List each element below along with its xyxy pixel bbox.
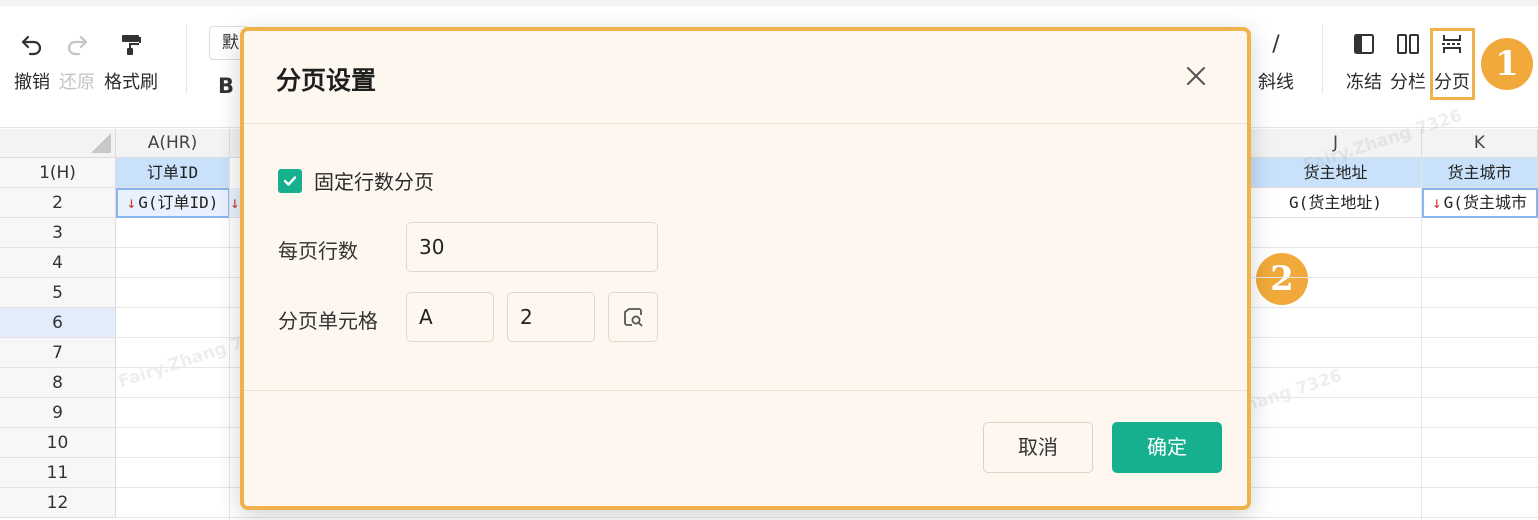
cell-J1[interactable]: 货主地址	[1250, 158, 1422, 188]
step-marker-1: 1	[1481, 38, 1533, 90]
redo-label: 还原	[59, 72, 95, 93]
dialog-header-divider	[244, 123, 1247, 124]
format-painter-label: 格式刷	[104, 72, 158, 93]
paging-button-highlight	[1430, 28, 1475, 100]
cell-K2-text: G(货主城市	[1443, 193, 1527, 212]
check-icon	[283, 176, 297, 186]
row-header[interactable]: 3	[0, 218, 116, 248]
freeze-button[interactable]: 冻结	[1346, 28, 1382, 94]
cell-A1[interactable]: 订单ID	[116, 158, 230, 188]
diagonal-button[interactable]: / 斜线	[1258, 28, 1294, 94]
redo-button[interactable]: 还原	[59, 28, 95, 94]
column-header-K[interactable]: K	[1422, 129, 1538, 158]
expand-down-icon: ↓	[126, 193, 137, 212]
bold-button[interactable]: B	[218, 74, 234, 98]
page-cell-column-input[interactable]: A	[406, 292, 494, 342]
row-header[interactable]: 6	[0, 308, 116, 338]
undo-label: 撤销	[14, 72, 50, 93]
row-header[interactable]: 2	[0, 188, 116, 218]
column-header-J[interactable]: J	[1250, 129, 1422, 158]
row-header[interactable]: 12	[0, 488, 116, 518]
cell-picker-icon	[624, 308, 643, 327]
format-painter-button[interactable]: 格式刷	[104, 28, 158, 94]
undo-icon	[19, 28, 45, 60]
row-header[interactable]: 8	[0, 368, 116, 398]
gridline	[229, 158, 230, 520]
toolbar-divider	[186, 24, 187, 94]
split-columns-label: 分栏	[1390, 72, 1426, 93]
cell-J2[interactable]: G(货主地址)	[1250, 188, 1422, 218]
undo-button[interactable]: 撤销	[14, 28, 50, 94]
step-marker-2: 2	[1256, 253, 1308, 305]
format-painter-icon	[118, 28, 144, 60]
row-header[interactable]: 10	[0, 428, 116, 458]
cell-picker-button[interactable]	[608, 292, 658, 342]
row-header[interactable]: 1(H)	[0, 158, 116, 188]
cell-A2-text: G(订单ID)	[138, 193, 219, 212]
gridline	[116, 517, 1538, 518]
fixed-rows-checkbox[interactable]	[278, 169, 302, 193]
cell-A2[interactable]: ↓ G(订单ID)	[116, 188, 230, 218]
rows-per-page-input[interactable]: 30	[406, 222, 658, 272]
page-cell-label: 分页单元格	[278, 309, 378, 333]
freeze-icon	[1352, 28, 1376, 60]
row-header[interactable]: 7	[0, 338, 116, 368]
split-columns-button[interactable]: 分栏	[1390, 28, 1426, 94]
toolbar-top-strip	[0, 0, 1538, 6]
page-setup-dialog: 分页设置 固定行数分页 每页行数 30 分页单元格 A 2 取消 确定	[240, 27, 1251, 510]
diagonal-icon: /	[1272, 31, 1280, 57]
spreadsheet-app: 撤销 还原 格式刷 默 B / 斜线 冻结 分栏 分页 1 A(HR) J K …	[0, 0, 1538, 520]
gridline	[1421, 158, 1422, 520]
fixed-rows-label[interactable]: 固定行数分页	[314, 166, 434, 195]
select-all-corner[interactable]	[0, 129, 116, 158]
dialog-title: 分页设置	[276, 66, 377, 95]
page-cell-row-input[interactable]: 2	[507, 292, 595, 342]
toolbar-divider	[1322, 24, 1323, 94]
rows-per-page-label: 每页行数	[278, 239, 358, 263]
split-columns-icon	[1396, 28, 1420, 60]
cancel-button[interactable]: 取消	[983, 422, 1093, 473]
cell-K1[interactable]: 货主城市	[1422, 158, 1538, 188]
redo-icon	[64, 28, 90, 60]
row-header[interactable]: 4	[0, 248, 116, 278]
confirm-button[interactable]: 确定	[1112, 422, 1222, 473]
row-header[interactable]: 9	[0, 398, 116, 428]
dialog-footer-divider	[244, 390, 1247, 391]
column-header-A[interactable]: A(HR)	[116, 129, 230, 158]
cell-K2[interactable]: ↓ G(货主城市	[1422, 188, 1538, 218]
row-header[interactable]: 5	[0, 278, 116, 308]
freeze-label: 冻结	[1346, 72, 1382, 93]
diagonal-label: 斜线	[1258, 72, 1294, 93]
expand-down-icon: ↓	[1432, 193, 1442, 212]
row-header[interactable]: 11	[0, 458, 116, 488]
expand-down-icon: ↓	[230, 193, 240, 212]
close-icon[interactable]	[1183, 63, 1209, 89]
